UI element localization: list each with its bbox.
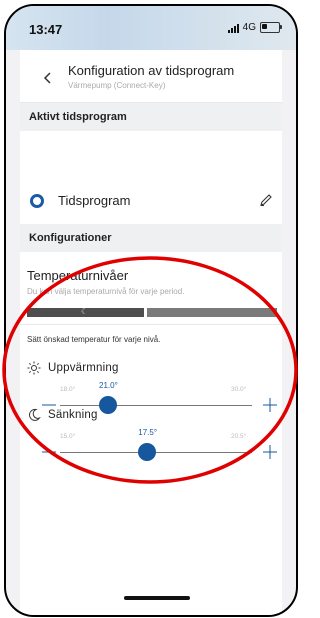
program-label: Tidsprogram [58,193,131,208]
heating-value-label: 21.0° [99,381,118,390]
status-indicators: 4G [227,22,282,33]
status-bar: 13:47 4G [6,6,296,50]
sun-icon [27,361,41,375]
period-moon-icon: ☾ [81,307,89,316]
program-row[interactable]: Tidsprogram [20,179,282,223]
increase-heating-button[interactable] [262,397,278,413]
home-indicator [124,596,190,600]
heating-max-label: 30.0° [231,386,247,393]
temperature-levels-description: Du kan välja temperaturnivå för varje pe… [27,287,185,296]
header: Konfiguration av tidsprogram Värmepump (… [20,50,282,103]
level-label-heating: Uppvärmning [48,362,119,374]
level-label-lowering: Sänkning [48,409,98,421]
lowering-value-label: 17.5° [138,428,158,437]
heating-slider-track[interactable] [60,405,252,406]
lowering-slider-track[interactable] [60,452,252,453]
divider [20,324,282,325]
section-active-program: Aktivt tidsprogram [20,103,282,131]
status-time: 13:47 [29,22,63,37]
heating-min-label: 18.0° [60,386,76,393]
moon-icon [28,408,41,421]
page-subtitle: Värmepump (Connect-Key) [68,81,166,90]
battery-icon [260,22,282,33]
page-title: Konfiguration av tidsprogram [68,63,235,78]
period-segment-lowering: ☾ [27,307,144,317]
period-bar: ☾ [27,307,277,317]
network-label: 4G [242,22,256,33]
phone-frame: 13:47 4G Konfiguration av tidsprogram Vä… [4,4,298,617]
signal-icon [227,23,239,33]
temperature-levels-title: Temperaturnivåer [27,268,129,283]
lowering-min-label: 15.0° [60,433,76,440]
decrease-lowering-button[interactable] [41,444,57,460]
section-configurations: Konfigurationer [20,224,282,252]
pencil-icon[interactable] [258,192,274,208]
period-divider [144,308,147,317]
program-radio[interactable] [30,194,44,208]
back-chevron-icon[interactable] [40,70,56,86]
increase-lowering-button[interactable] [262,444,278,460]
config-sheet: Konfiguration av tidsprogram Värmepump (… [20,50,282,615]
lowering-slider-thumb[interactable] [138,443,157,461]
lowering-max-label: 20.5° [231,433,247,440]
heating-slider-thumb[interactable] [99,396,117,414]
instruction-text: Sätt önskad temperatur för varje nivå. [27,335,161,344]
